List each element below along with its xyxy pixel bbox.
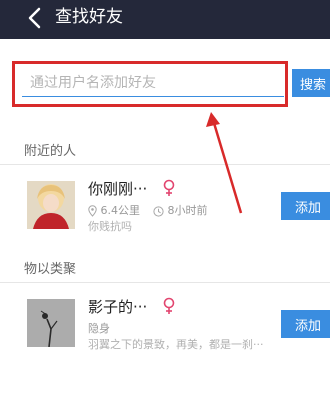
status-text: 你贱抗吗 [88,220,132,233]
search-input[interactable] [22,69,284,97]
meta-line: 隐身 [88,320,110,336]
avatar-photo-icon [27,299,75,347]
avatar[interactable] [27,181,75,229]
user-name: 影子的··· [88,298,148,316]
avatar[interactable] [27,299,75,347]
female-icon [163,179,175,196]
add-friend-button[interactable]: 添加 [281,310,330,338]
presence-text: 隐身 [88,322,110,335]
search-area: 搜索 [0,39,330,125]
search-button[interactable]: 搜索 [292,69,330,97]
meta-line: 6.4公里 8小时前 [88,202,208,218]
user-row-2[interactable]: 影子的··· 隐身 羽翼之下的景致，再美，都是一刹··· 添加 [0,290,330,366]
user-name: 你刚刚··· [88,180,148,198]
section-header-nearby: 附近的人 [0,139,330,165]
location-pin-icon [88,205,97,217]
female-icon [163,297,175,314]
section-header-similar: 物以类聚 [0,257,330,283]
clock-icon [153,205,164,217]
user-row-1[interactable]: 你刚刚··· 6.4公里 8小时前 你贱抗吗 添加 [0,172,330,248]
add-friend-button[interactable]: 添加 [281,192,330,220]
distance-text: 6.4公里 [100,204,141,217]
top-bar: 查找好友 [0,0,330,39]
chevron-left-icon[interactable] [26,5,44,31]
avatar-photo-icon [27,181,75,229]
status-text: 羽翼之下的景致，再美，都是一刹··· [88,338,264,351]
page-title: 查找好友 [55,7,123,27]
time-text: 8小时前 [167,204,208,217]
